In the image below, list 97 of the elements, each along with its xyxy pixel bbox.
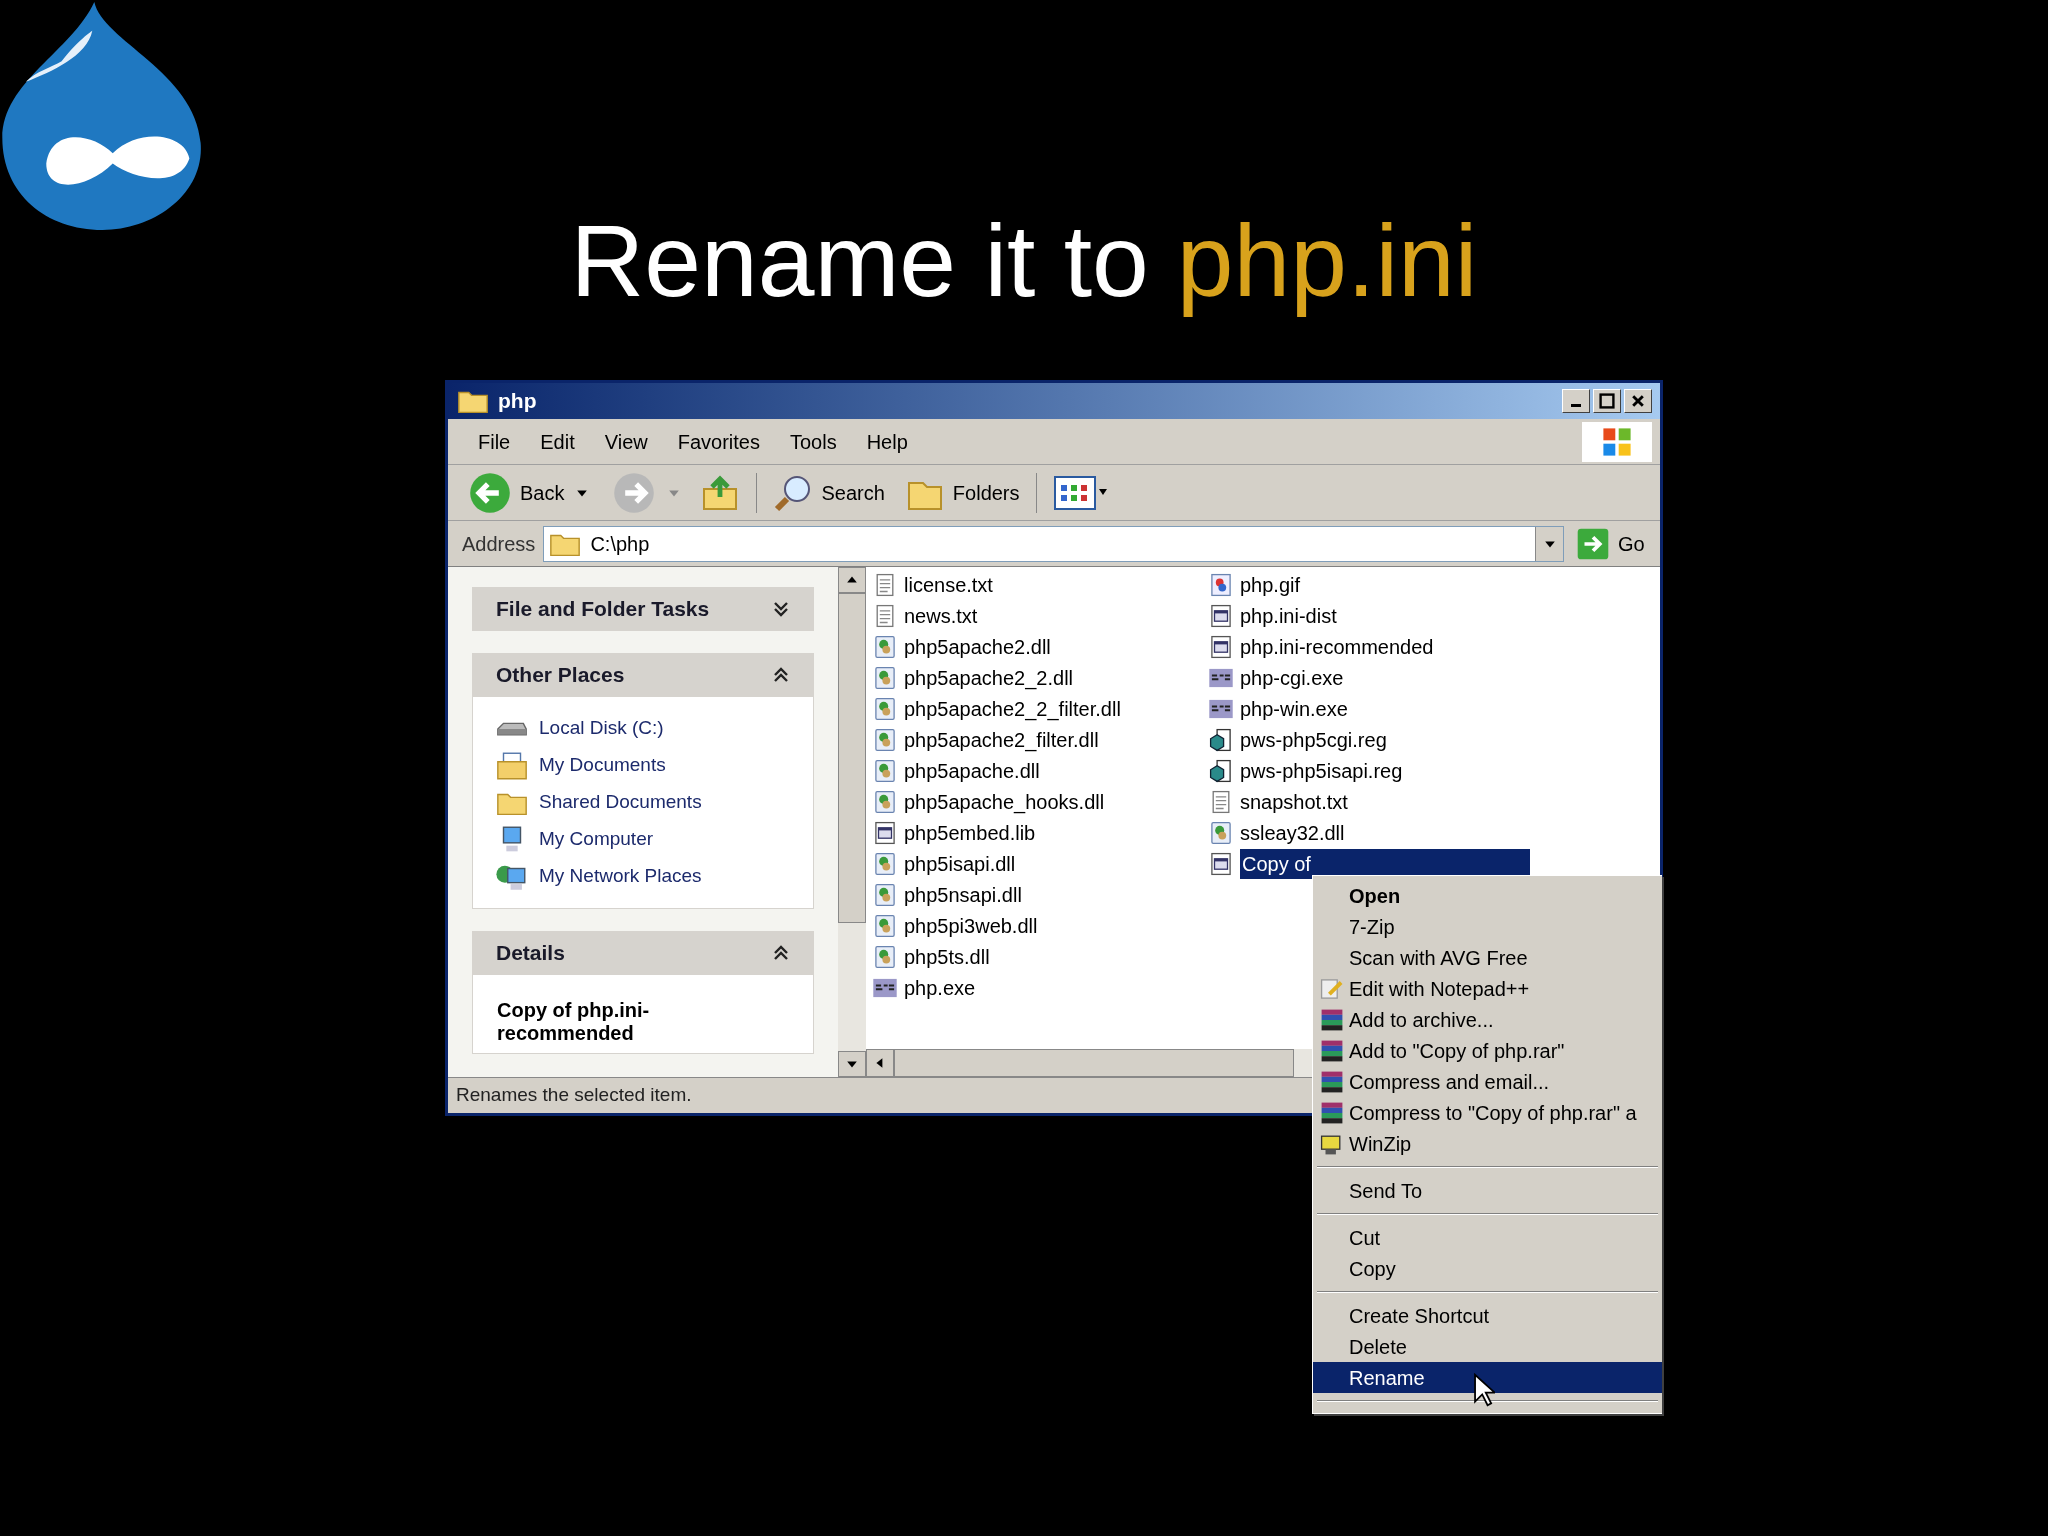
- file-name[interactable]: php5apache_hooks.dll: [904, 786, 1105, 817]
- context-menu-item[interactable]: Edit with Notepad++: [1313, 973, 1662, 1004]
- file-name[interactable]: php-cgi.exe: [1240, 662, 1344, 693]
- file-name[interactable]: php.exe: [904, 972, 976, 1003]
- context-menu-item[interactable]: Copy: [1313, 1253, 1662, 1284]
- context-menu-item[interactable]: Scan with AVG Free: [1313, 942, 1662, 973]
- cube-page-icon: [1208, 726, 1234, 753]
- file-name[interactable]: php5apache2.dll: [904, 631, 1051, 662]
- file-name[interactable]: php-win.exe: [1240, 693, 1348, 724]
- windows-flag-icon: [1582, 421, 1652, 462]
- context-menu-item[interactable]: Add to "Copy of php.rar": [1313, 1035, 1662, 1066]
- file-name[interactable]: php5apache.dll: [904, 755, 1040, 786]
- place-link[interactable]: Local Disk (C:): [539, 714, 664, 743]
- menu-item[interactable]: View: [604, 426, 648, 457]
- file-name[interactable]: php.ini-recommended: [1240, 631, 1434, 662]
- file-name[interactable]: pws-php5cgi.reg: [1240, 724, 1387, 755]
- file-name[interactable]: php.gif: [1240, 569, 1301, 600]
- window-page-icon: [1208, 850, 1234, 877]
- menu-item[interactable]: Favorites: [677, 426, 760, 457]
- file-name[interactable]: php5apache2_2_filter.dll: [904, 693, 1121, 724]
- place-link[interactable]: My Documents: [539, 751, 666, 780]
- search-button[interactable]: Search: [773, 472, 885, 513]
- context-menu-item[interactable]: Open: [1313, 880, 1662, 911]
- address-label: Address: [462, 531, 536, 557]
- menu-item[interactable]: File: [478, 426, 511, 457]
- gear-page-icon: [872, 912, 898, 939]
- file-name[interactable]: php.ini-dist: [1240, 600, 1337, 631]
- window-title: php: [498, 388, 537, 415]
- gear-page-icon: [872, 788, 898, 815]
- file-name[interactable]: php5isapi.dll: [904, 848, 1016, 879]
- dropdown-button[interactable]: [1535, 526, 1563, 561]
- cube-page-icon: [1208, 757, 1234, 784]
- gear-page-icon: [872, 881, 898, 908]
- gear-page-icon: [872, 695, 898, 722]
- gear-page-icon: [872, 633, 898, 660]
- minimize-icon: [1571, 403, 1581, 407]
- image-icon: [1208, 571, 1234, 598]
- gear-page-icon: [872, 850, 898, 877]
- context-menu-item[interactable]: WinZip: [1313, 1128, 1662, 1159]
- file-name[interactable]: news.txt: [904, 600, 978, 631]
- documents-folder-icon: [495, 750, 529, 781]
- file-name[interactable]: php5pi3web.dll: [904, 910, 1038, 941]
- close-icon: [1630, 393, 1646, 409]
- gear-page-icon: [872, 664, 898, 691]
- file-name[interactable]: php5ts.dll: [904, 941, 990, 972]
- context-menu-item[interactable]: Add to archive...: [1313, 1004, 1662, 1035]
- gear-page-icon: [872, 757, 898, 784]
- mouse-cursor-icon: [1473, 1373, 1495, 1407]
- back-button[interactable]: Back: [468, 470, 565, 515]
- minimize-button[interactable]: [1562, 389, 1590, 413]
- view-grid-icon[interactable]: [1052, 474, 1109, 511]
- status-text: Renames the selected item.: [456, 1083, 692, 1108]
- place-link[interactable]: My Network Places: [539, 862, 702, 891]
- menu-item[interactable]: Help: [866, 426, 908, 457]
- collapse-chevron-icon[interactable]: [772, 944, 790, 962]
- file-name[interactable]: license.txt: [904, 569, 993, 600]
- slide-title: php.ini: [1176, 210, 1478, 320]
- context-menu-item[interactable]: Send To: [1313, 1175, 1662, 1206]
- context-menu-item[interactable]: Compress to "Copy of php.rar" a: [1313, 1097, 1662, 1128]
- context-menu-item[interactable]: Compress and email...: [1313, 1066, 1662, 1097]
- file-name[interactable]: Copy of: [1240, 848, 1530, 879]
- file-name[interactable]: php5nsapi.dll: [904, 879, 1022, 910]
- window-page-icon: [1208, 633, 1234, 660]
- gear-page-icon: [872, 943, 898, 970]
- context-menu-item[interactable]: 7-Zip: [1313, 911, 1662, 942]
- collapse-chevron-icon[interactable]: [772, 666, 790, 684]
- maximize-button[interactable]: [1593, 389, 1621, 413]
- close-button[interactable]: [1624, 389, 1652, 413]
- place-link[interactable]: My Computer: [539, 825, 654, 854]
- place-link[interactable]: Shared Documents: [539, 788, 702, 817]
- gear-page-icon: [872, 726, 898, 753]
- go-button[interactable]: Go: [1572, 526, 1652, 561]
- file-name[interactable]: php5embed.lib: [904, 817, 1036, 848]
- window-page-icon: [872, 819, 898, 846]
- context-menu-item[interactable]: Rename: [1313, 1362, 1662, 1393]
- context-menu-item[interactable]: Cut: [1313, 1222, 1662, 1253]
- context-menu-item[interactable]: Delete: [1313, 1331, 1662, 1362]
- file-name[interactable]: php5apache2_filter.dll: [904, 724, 1099, 755]
- menu-item[interactable]: Edit: [540, 426, 575, 457]
- menu-item[interactable]: Tools: [789, 426, 837, 457]
- vertical-scrollbar[interactable]: [838, 567, 866, 1077]
- maximize-icon: [1599, 393, 1615, 409]
- address-field[interactable]: C:\php: [543, 525, 1564, 562]
- gear-page-icon: [1208, 819, 1234, 846]
- file-name[interactable]: php5apache2_2.dll: [904, 662, 1074, 693]
- folders-button[interactable]: Folders: [904, 472, 1020, 513]
- window-page-icon: [1208, 602, 1234, 629]
- slide-title: Rename it to: [570, 210, 1149, 320]
- pane-header[interactable]: Other Places: [472, 653, 814, 697]
- expand-chevron-icon[interactable]: [772, 600, 790, 618]
- file-name[interactable]: snapshot.txt: [1240, 786, 1348, 817]
- file-name[interactable]: ssleay32.dll: [1240, 817, 1345, 848]
- details-filename: Copy of php.ini-recommended: [497, 999, 651, 1045]
- pane-header[interactable]: File and Folder Tasks: [472, 587, 814, 631]
- context-menu-item[interactable]: Create Shortcut: [1313, 1300, 1662, 1331]
- file-name[interactable]: pws-php5isapi.reg: [1240, 755, 1403, 786]
- pane-header[interactable]: Details: [472, 931, 814, 975]
